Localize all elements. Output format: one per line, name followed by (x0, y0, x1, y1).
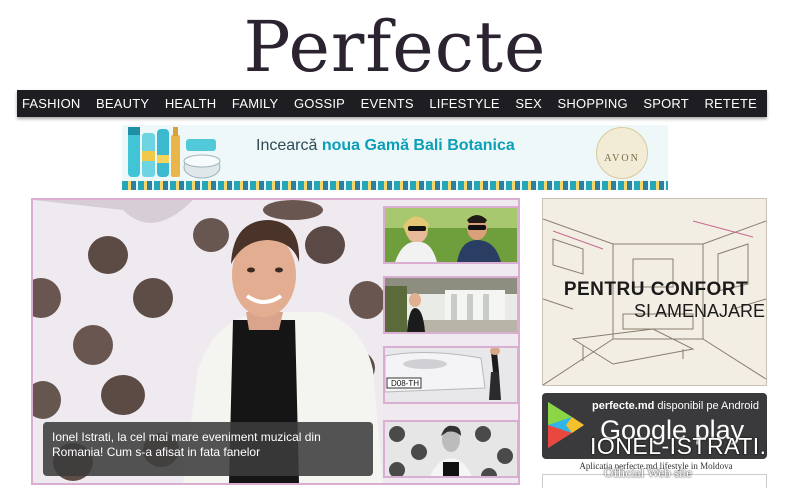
google-play-icon (548, 402, 584, 448)
thumb-couple-sunglasses-image (385, 208, 517, 262)
android-ad-availability: disponibil pe Android (657, 400, 759, 412)
nav-item-retete[interactable]: RETETE (704, 96, 756, 111)
featured-caption[interactable]: Ionel Istrati, la cel mai mare eveniment… (43, 422, 373, 476)
interior-ad-headline: PENTRU CONFORT (563, 279, 749, 300)
interior-ad-subline: SI AMENAJARE (633, 301, 765, 321)
thumb-woman-park-image (385, 278, 517, 332)
product-bottles-image (128, 127, 221, 179)
nav-item-lifestyle[interactable]: LIFESTYLE (429, 96, 499, 111)
nav-item-health[interactable]: HEALTH (165, 96, 217, 111)
banner-pattern-strip (122, 181, 668, 190)
site-logo[interactable]: Perfecte (0, 4, 790, 90)
android-ad-tagline: perfecte.md disponibil pe Android (592, 400, 759, 412)
android-app-ad[interactable]: perfecte.md disponibil pe Android Google… (542, 393, 767, 459)
nav-item-events[interactable]: EVENTS (361, 96, 414, 111)
thumb-car-plate-image: D08-TH (385, 348, 517, 402)
banner-headline: Incearcă noua Gamă Bali Botanica (256, 137, 515, 155)
car-plate-text: D08-TH (391, 379, 419, 388)
thumb-polka-dot-man-image (385, 422, 517, 476)
avon-banner-ad[interactable]: Incearcă noua Gamă Bali Botanica AVON (122, 125, 668, 190)
android-ad-site: perfecte.md (592, 400, 655, 412)
banner-text-plain: Incearcă (256, 137, 318, 154)
thumbnail-1[interactable] (383, 206, 519, 264)
thumbnail-2[interactable] (383, 276, 519, 334)
main-navigation: FASHION BEAUTY HEALTH FAMILY GOSSIP EVEN… (17, 90, 767, 117)
nav-item-beauty[interactable]: BEAUTY (96, 96, 149, 111)
thumbnail-3[interactable]: D08-TH (383, 346, 519, 404)
nav-item-family[interactable]: FAMILY (232, 96, 278, 111)
interior-design-ad[interactable]: PENTRU CONFORT SI AMENAJARE (542, 198, 767, 386)
watermark-subtitle: Official Web site (604, 465, 693, 480)
avon-brand-label: AVON (604, 153, 640, 164)
nav-item-sex[interactable]: SEX (515, 96, 542, 111)
nav-item-shopping[interactable]: SHOPPING (558, 96, 628, 111)
thumbnail-4[interactable] (383, 420, 519, 478)
nav-item-gossip[interactable]: GOSSIP (294, 96, 345, 111)
nav-item-sport[interactable]: SPORT (643, 96, 689, 111)
watermark-title: IONEL-ISTRATI.COM (590, 433, 767, 459)
nav-item-fashion[interactable]: FASHION (22, 96, 80, 111)
banner-text-bold: noua Gamă Bali Botanica (321, 137, 515, 154)
